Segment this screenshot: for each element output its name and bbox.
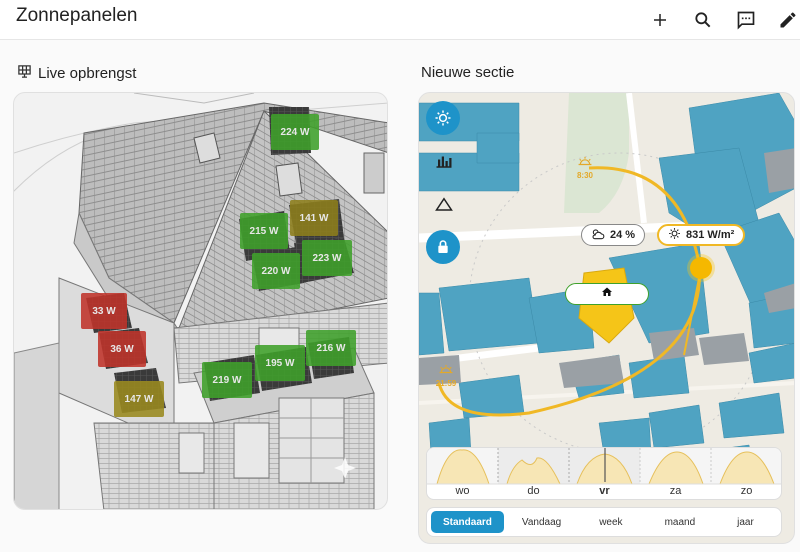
cloud-cover-value: 24 % <box>610 229 636 241</box>
cloud-sun-icon <box>591 228 605 243</box>
range-jaar-button[interactable]: jaar <box>725 511 766 533</box>
range-standaard-button[interactable]: Standaard <box>431 511 504 533</box>
panel-power-label[interactable]: 33 W <box>81 293 127 329</box>
day-do[interactable]: do <box>498 448 569 499</box>
day-za[interactable]: za <box>640 448 711 499</box>
search-icon[interactable] <box>687 4 719 36</box>
lock-button[interactable] <box>426 230 460 264</box>
home-marker[interactable] <box>565 283 649 305</box>
range-week-button[interactable]: week <box>587 511 634 533</box>
triangle-icon[interactable] <box>435 196 453 212</box>
panel-power-label[interactable]: 216 W <box>306 330 356 366</box>
range-maand-button[interactable]: maand <box>653 511 708 533</box>
day-timeline[interactable]: wo do vr za zo <box>426 447 782 500</box>
nieuwe-sectie-header: Nieuwe sectie <box>421 64 514 81</box>
range-selector: Standaard Vandaag week maand jaar <box>426 507 782 537</box>
irradiance-pill: 831 W/m² <box>657 224 746 246</box>
range-vandaag-button[interactable]: Vandaag <box>510 511 573 533</box>
panel-power-label[interactable]: 219 W <box>202 362 252 398</box>
solar-panel-icon <box>17 64 32 83</box>
plus-icon[interactable] <box>644 4 676 36</box>
sunrise-time: 8:30 <box>576 171 593 180</box>
cloud-cover-pill: 24 % <box>581 224 646 246</box>
house-render: 224 W 141 W 215 W 220 W 223 W 33 W 36 W … <box>13 92 388 510</box>
sun-icon <box>668 227 681 243</box>
sunrise-marker: 8:30 <box>573 153 597 180</box>
edit-icon[interactable] <box>772 4 800 36</box>
panel-power-label[interactable]: 147 W <box>114 381 164 417</box>
panel-power-label[interactable]: 224 W <box>271 114 319 150</box>
irradiance-value: 831 W/m² <box>686 229 735 241</box>
day-wo[interactable]: wo <box>427 448 498 499</box>
page-title: Zonnepanelen <box>16 5 138 26</box>
panel-power-label[interactable]: 141 W <box>290 200 338 236</box>
panel-power-label[interactable]: 195 W <box>255 345 305 381</box>
home-icon <box>601 285 613 303</box>
panel-power-label[interactable]: 215 W <box>240 213 288 249</box>
sunset-marker: 21:59 <box>433 361 459 388</box>
day-vr[interactable]: vr <box>569 448 640 499</box>
panel-power-label[interactable]: 36 W <box>98 331 146 367</box>
panel-power-label[interactable]: 220 W <box>252 253 300 289</box>
live-opbrengst-header: Live opbrengst <box>17 64 136 83</box>
chat-icon[interactable] <box>730 4 762 36</box>
sun-position-button[interactable] <box>426 101 460 135</box>
sunset-time: 21:59 <box>435 379 457 388</box>
section-title: Nieuwe sectie <box>421 64 515 81</box>
panel-power-label[interactable]: 223 W <box>302 240 352 276</box>
top-app-bar: Zonnepanelen <box>0 0 800 40</box>
bar-chart-icon[interactable] <box>435 153 453 169</box>
day-zo[interactable]: zo <box>711 448 781 499</box>
section-title: Live opbrengst <box>38 65 137 82</box>
